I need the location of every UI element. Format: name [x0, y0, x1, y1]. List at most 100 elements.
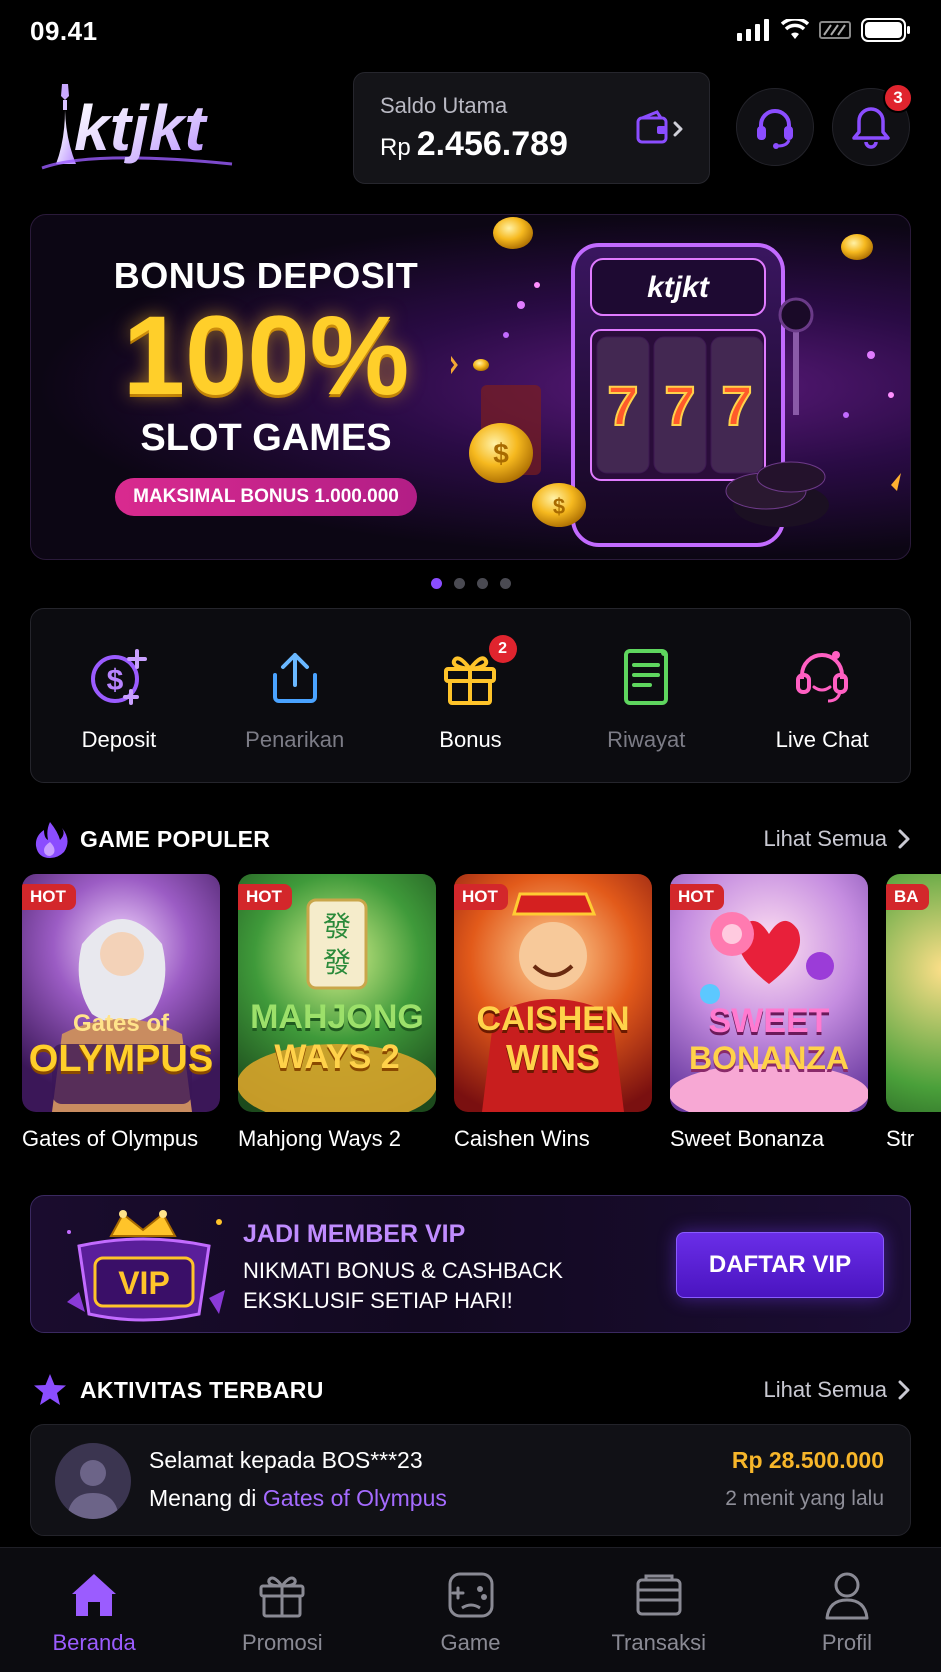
won-prefix: Menang di: [149, 1485, 257, 1511]
game-thumbnail[interactable]: CAISHEN WINS HOT: [454, 874, 652, 1112]
nav-home[interactable]: Beranda: [0, 1548, 188, 1672]
banner-max-bonus: MAKSIMAL BONUS 1.000.000: [115, 477, 417, 516]
recent-activity-header: AKTIVITAS TERBARU Lihat Semua: [32, 1370, 911, 1410]
quick-action-history[interactable]: Riwayat: [558, 609, 734, 782]
battery-icon: [861, 18, 910, 42]
pagination-dot[interactable]: [499, 578, 511, 589]
game-card[interactable]: SWEET BONANZA HOT Sweet Bonanza: [670, 874, 870, 1152]
banner-percent: 100%: [122, 293, 410, 418]
activity-game-line: Menang di Gates of Olympus: [149, 1485, 447, 1512]
vip-crown-icon: VIP: [67, 1210, 225, 1322]
banner-line3: SLOT GAMES: [140, 416, 392, 459]
vip-description: NIKMATI BONUS & CASHBACK EKSKLUSIF SETIA…: [243, 1256, 623, 1316]
wallet-icon[interactable]: [635, 109, 687, 149]
quick-action-deposit[interactable]: $ Deposit: [31, 609, 207, 782]
see-all-link[interactable]: Lihat Semua: [763, 826, 911, 852]
game-art-line2: OLYMPUS: [28, 1038, 214, 1080]
nav-profile[interactable]: Profil: [753, 1548, 941, 1672]
bonus-badge: 2: [488, 635, 517, 663]
activity-item[interactable]: Selamat kepada BOS***23 Menang di Gates …: [30, 1424, 911, 1536]
game-thumbnail[interactable]: BA: [886, 874, 941, 1112]
congrats-prefix: Selamat kepada: [149, 1447, 316, 1473]
banner-pagination[interactable]: [0, 578, 941, 589]
svg-text:7: 7: [607, 374, 638, 437]
gift-box-icon: [259, 1576, 305, 1618]
upload-icon: [272, 653, 317, 703]
game-thumbnail[interactable]: Gates of OLYMPUS HOT: [22, 874, 220, 1112]
star-icon: [34, 1374, 66, 1405]
nav-promotions[interactable]: Promosi: [188, 1548, 376, 1672]
game-art-line2: WINS: [506, 1037, 600, 1078]
logo-text: ktjkt: [74, 92, 208, 164]
game-thumbnail[interactable]: SWEET BONANZA HOT: [670, 874, 868, 1112]
nav-label: Beranda: [52, 1630, 136, 1655]
game-card[interactable]: 發 發 MAHJONG WAYS 2 HOT Mahjong Ways 2: [238, 874, 438, 1152]
status-icons: [737, 18, 911, 42]
game-art-line1: SWEET: [708, 1002, 830, 1040]
nav-label: Game: [440, 1630, 501, 1655]
game-art-line1: MAHJONG: [250, 998, 424, 1036]
gamepad-icon: [448, 1572, 493, 1618]
quick-action-label: Riwayat: [607, 727, 686, 752]
activity-game-link[interactable]: Gates of Olympus: [263, 1485, 447, 1511]
customer-support-button[interactable]: [736, 88, 814, 166]
deposit-coin-icon: $: [90, 649, 147, 705]
user-avatar-icon: [67, 1460, 119, 1519]
avatar: [55, 1443, 131, 1519]
brand-logo[interactable]: ktjkt: [32, 80, 272, 172]
vip-title: JADI MEMBER VIP: [243, 1220, 466, 1248]
network-type-icon: [819, 21, 851, 39]
balance-currency: Rp: [380, 134, 411, 161]
notification-badge: 3: [883, 83, 913, 113]
activity-time: 2 menit yang lalu: [725, 1487, 884, 1510]
wifi-icon: [781, 19, 809, 39]
balance-amount: Rp 2.456.789: [380, 125, 568, 164]
bell-icon: [852, 107, 890, 149]
quick-action-live-chat[interactable]: Live Chat: [734, 609, 910, 782]
banner-line1: BONUS DEPOSIT: [113, 255, 419, 296]
vip-badge-text: VIP: [118, 1265, 170, 1301]
chevron-right-icon: [898, 1380, 910, 1400]
quick-action-label: Live Chat: [775, 727, 869, 752]
banner-text: BONUS DEPOSIT 100% SLOT GAMES MAKSIMAL B…: [71, 255, 461, 516]
vip-banner[interactable]: VIP JADI MEMBER VIP NIKMATI BONUS & CASH…: [30, 1195, 911, 1333]
quick-action-bonus[interactable]: Bonus 2: [383, 609, 559, 782]
balance-card[interactable]: Saldo Utama Rp 2.456.789: [353, 72, 710, 184]
game-name: Sweet Bonanza: [670, 1126, 825, 1151]
vip-desc-line1: NIKMATI BONUS & CASHBACK: [243, 1258, 563, 1283]
promo-banner[interactable]: BONUS DEPOSIT 100% SLOT GAMES MAKSIMAL B…: [30, 214, 911, 560]
pagination-dot[interactable]: [430, 578, 442, 589]
header: ktjkt Saldo Utama Rp 2.456.789 3: [0, 70, 941, 185]
popular-games-carousel[interactable]: Gates of OLYMPUS HOT Gates of Olympus 發 …: [22, 874, 941, 1164]
pagination-dot[interactable]: [453, 578, 465, 589]
balance-value: 2.456.789: [416, 125, 568, 163]
pagination-dot[interactable]: [476, 578, 488, 589]
slot-machine-illustration: ktjkt 7 7 7 $ $: [451, 217, 901, 547]
quick-action-label: Penarikan: [245, 727, 345, 752]
game-thumbnail[interactable]: 發 發 MAHJONG WAYS 2 HOT: [238, 874, 436, 1112]
see-all-label: Lihat Semua: [763, 1377, 887, 1402]
see-all-link[interactable]: Lihat Semua: [763, 1377, 911, 1403]
game-card[interactable]: CAISHEN WINS HOT Caishen Wins: [454, 874, 654, 1152]
activity-congrats: Selamat kepada BOS***23: [149, 1447, 423, 1474]
register-vip-button[interactable]: DAFTAR VIP: [676, 1232, 884, 1298]
machine-logo-text: ktjkt: [647, 271, 711, 304]
nav-games[interactable]: Game: [376, 1548, 564, 1672]
svg-text:$: $: [553, 494, 565, 519]
nav-transactions[interactable]: Transaksi: [565, 1548, 753, 1672]
notification-button[interactable]: 3: [832, 83, 913, 166]
svg-text:7: 7: [721, 374, 752, 437]
game-card[interactable]: Gates of OLYMPUS HOT Gates of Olympus: [22, 874, 222, 1152]
chevron-right-icon: [673, 121, 683, 137]
user-icon: [825, 1572, 869, 1620]
quick-action-withdraw[interactable]: Penarikan: [207, 609, 383, 782]
svg-text:$: $: [493, 438, 509, 469]
headset-icon: [757, 109, 793, 149]
popular-games-header: GAME POPULER Lihat Semua: [32, 819, 911, 859]
hot-badge: HOT: [454, 884, 508, 910]
game-card[interactable]: BA Str: [886, 874, 941, 1152]
signal-icon: [737, 19, 769, 41]
home-icon: [72, 1574, 117, 1616]
status-bar: 09.41: [0, 0, 941, 62]
game-art-line2: BONANZA: [689, 1040, 849, 1076]
